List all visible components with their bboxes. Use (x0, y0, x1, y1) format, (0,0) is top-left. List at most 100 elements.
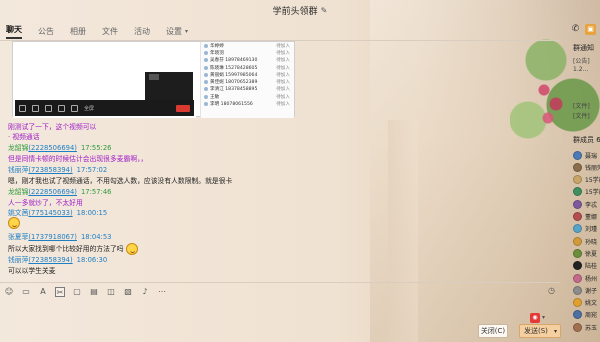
group-member-row[interactable]: 15学前 (573, 186, 600, 198)
tab-files[interactable]: 文件 (102, 26, 118, 37)
group-member-row[interactable]: 刘瑾 (573, 223, 597, 235)
tab-label: 活动 (134, 26, 150, 36)
share-icon (58, 104, 65, 112)
grin-emoji-icon (8, 217, 20, 229)
tab-activity[interactable]: 活动 (134, 26, 150, 37)
group-members-title: 群成员 6 (573, 136, 600, 144)
sender-nick: 钱丽萍 (8, 256, 29, 264)
avatar (573, 175, 582, 185)
sender-name[interactable]: 钱丽萍(723858394) (8, 166, 73, 174)
message-time: 18:06:30 (76, 256, 108, 264)
sender-name[interactable]: 龙韶锦(2228506694) (8, 188, 77, 196)
member-name: 吴春芬 18978469130 (210, 58, 258, 64)
picture-icon[interactable]: ▧ (123, 287, 133, 297)
sender-nick: 龙韶锦 (8, 144, 29, 152)
group-member-row[interactable]: 董娜 (573, 211, 597, 223)
sender-name[interactable]: 龙韶锦(2228506694) (8, 144, 77, 152)
sender-qq[interactable]: (775145033) (28, 209, 72, 217)
tab-album[interactable]: 相册 (70, 26, 86, 37)
member-status: 待加入 (276, 65, 290, 71)
grid-icon (71, 104, 78, 112)
sender-qq[interactable]: (2228506694) (28, 144, 77, 152)
message-header: 钱丽萍(723858394) 17:57:02 (8, 164, 107, 174)
mic-icon (19, 104, 26, 112)
group-member-row[interactable]: 苏玉 (573, 321, 597, 333)
sender-name[interactable]: 张夏菲(1737918067) (8, 233, 77, 241)
history-clock-icon[interactable]: ◷ (548, 286, 555, 295)
member-row: 吴春芬 18978469130 待加入 (201, 57, 294, 64)
mic-icon[interactable]: ♪ (140, 287, 150, 297)
member-name: 华婷婷 (210, 43, 224, 49)
group-member-name: 孙晓 (585, 238, 598, 246)
app-extension-icon[interactable]: ◉ (530, 313, 540, 323)
hangup-button (176, 104, 190, 112)
sender-nick: 龙韶锦 (8, 188, 29, 196)
font-icon[interactable]: A (38, 287, 48, 297)
tab-announcement[interactable]: 公告 (38, 26, 54, 37)
group-member-row[interactable]: 姚文 (573, 297, 597, 309)
member-row: 李明 18078061556 待加入 (201, 100, 294, 107)
phone-icon[interactable]: ✆ (570, 24, 581, 35)
member-row: 陈晓琳 15278428605 待加入 (201, 64, 294, 71)
app-icon[interactable]: ▣ (585, 24, 596, 35)
sender-qq[interactable]: (723858394) (28, 256, 72, 264)
video-toolbar: 全屏 (15, 100, 194, 116)
group-member-row[interactable]: 聂瑞 (573, 149, 597, 161)
tab-label: 聊天 (6, 24, 22, 34)
gift-icon[interactable]: ◫ (106, 287, 116, 297)
chevron-down-icon[interactable]: ▾ (554, 328, 557, 335)
send-button[interactable]: 发送(S) ▾ (519, 324, 561, 338)
group-member-row[interactable]: 杨州 (573, 272, 597, 284)
sender-nick: 张夏菲 (8, 233, 29, 241)
group-member-row[interactable]: 陆桂 (573, 260, 597, 272)
sender-nick: 姚文茜 (8, 209, 29, 217)
gif-icon[interactable]: ▭ (21, 287, 31, 297)
sender-name[interactable]: 姚文茜(775145033) (8, 209, 73, 217)
edit-icon[interactable]: ✎ (321, 6, 328, 15)
member-row: 李清江 18378458895 待加入 (201, 86, 294, 93)
folder-icon[interactable]: ▢ (72, 287, 82, 297)
group-member-row[interactable]: 谢子 (573, 284, 597, 296)
group-member-row[interactable]: 钱丽萍 (573, 161, 600, 173)
chevron-down-icon[interactable]: ▾ (542, 314, 545, 321)
message-text: · 视频通话 (8, 133, 40, 141)
scissors-icon[interactable]: ✂ (55, 286, 65, 297)
shared-screenshot-image[interactable]: 全屏 华婷婷待加入 年晓羽待加入 吴春芬 18978469130 待加入 陈晓琳 … (12, 41, 295, 118)
message-time: 17:57:02 (76, 166, 108, 174)
sender-name[interactable]: 钱丽萍(723858394) (8, 256, 73, 264)
sender-qq[interactable]: (2228506694) (28, 188, 77, 196)
chevron-down-icon: ▾ (185, 27, 189, 35)
notice-line[interactable]: [文件] (573, 111, 590, 120)
sender-qq[interactable]: (723858394) (28, 166, 72, 174)
message-time: 18:04:53 (80, 233, 112, 241)
group-member-row[interactable]: 李忒 (573, 198, 597, 210)
fullscreen-label: 全屏 (84, 105, 95, 112)
tab-settings[interactable]: 设置 ▾ (166, 26, 188, 37)
message-text: 但是同情卡顿的时候估计会出现很多麦霸啊，， (8, 155, 148, 163)
member-name: 年晓羽 (210, 50, 224, 56)
group-member-row[interactable]: 孙晓 (573, 235, 597, 247)
avatar (573, 150, 582, 160)
group-notice-title: 群通知 (573, 44, 594, 52)
tab-chat[interactable]: 聊天 (6, 24, 22, 39)
avatar (573, 212, 582, 221)
image-icon[interactable]: ▤ (89, 287, 99, 297)
smile-icon[interactable]: ☺ (4, 287, 14, 297)
message-input[interactable] (0, 300, 560, 320)
more-icon[interactable]: ⋯ (157, 287, 167, 297)
group-member-row[interactable]: 徐夏 (573, 247, 597, 259)
sender-qq[interactable]: (1737918067) (28, 233, 77, 241)
group-member-name: 陆桂 (585, 263, 598, 271)
group-member-name: 15学前 (585, 189, 600, 197)
member-name: 黄丽娟 15997985064 (210, 72, 258, 78)
tab-label: 公告 (38, 26, 54, 36)
close-button[interactable]: 关闭(C) (478, 324, 508, 338)
member-name: 李明 18078061556 (210, 102, 253, 108)
avatar (204, 87, 208, 92)
member-status: 待加入 (276, 58, 290, 64)
group-member-name: 谢子 (585, 287, 598, 295)
group-member-row[interactable]: 15学前 (573, 174, 600, 186)
notice-line[interactable]: [文件] (573, 101, 590, 110)
group-member-row[interactable]: 周宛 (573, 309, 597, 321)
notice-line[interactable]: [公告] (573, 56, 590, 65)
